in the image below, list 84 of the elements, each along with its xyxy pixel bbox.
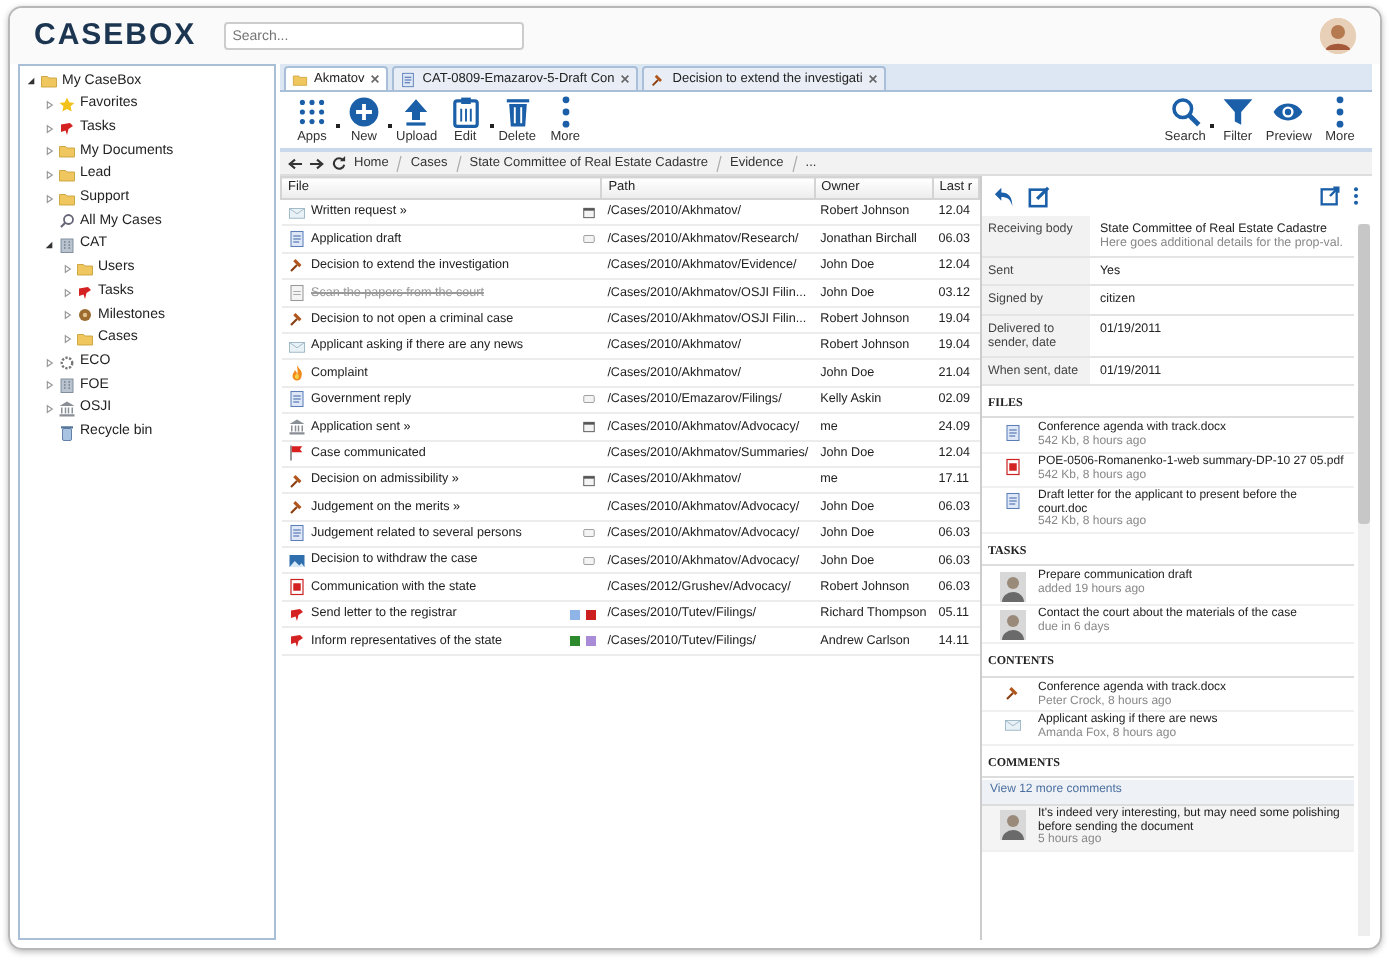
document-icon bbox=[1003, 424, 1021, 443]
clipboard-icon bbox=[449, 95, 482, 128]
pdf-file-icon bbox=[287, 578, 305, 597]
expand-arrow-icon[interactable] bbox=[62, 333, 72, 344]
comment-icon bbox=[581, 232, 596, 247]
gavel-icon bbox=[287, 471, 305, 490]
envelope-icon bbox=[287, 203, 305, 222]
calendar-icon bbox=[581, 473, 596, 488]
expand-arrow-icon[interactable] bbox=[62, 263, 72, 274]
close-icon[interactable] bbox=[370, 74, 381, 84]
calendar-icon bbox=[581, 419, 596, 434]
folder-icon bbox=[76, 259, 94, 278]
page-icon bbox=[287, 283, 305, 302]
filter-icon bbox=[1221, 95, 1254, 128]
person-avatar-icon bbox=[999, 572, 1025, 603]
avatar-icon[interactable] bbox=[1320, 18, 1356, 54]
reply-arrow-icon[interactable] bbox=[994, 185, 1016, 207]
trash-icon bbox=[501, 95, 534, 128]
collapse-arrow-icon[interactable] bbox=[44, 240, 54, 251]
folder-icon bbox=[76, 329, 94, 348]
more-icon bbox=[1336, 95, 1344, 128]
gavel-icon bbox=[287, 497, 305, 516]
forward-arrow-icon[interactable] bbox=[310, 157, 324, 169]
gavel-icon bbox=[287, 256, 305, 275]
image-icon bbox=[287, 551, 305, 570]
flag-icon bbox=[287, 444, 305, 463]
plus-circle-icon bbox=[348, 95, 380, 128]
gavel-icon bbox=[287, 310, 305, 329]
building-icon bbox=[58, 236, 76, 255]
breadcrumb-separator-icon bbox=[396, 155, 403, 171]
bank-icon bbox=[287, 417, 305, 436]
edit-icon[interactable] bbox=[1028, 185, 1050, 207]
expand-arrow-icon[interactable] bbox=[44, 357, 54, 368]
milestone-icon bbox=[76, 306, 94, 325]
search-icon bbox=[58, 212, 76, 231]
expand-arrow-icon[interactable] bbox=[44, 146, 54, 157]
gavel-icon bbox=[1003, 683, 1021, 702]
search-icon bbox=[1169, 95, 1202, 128]
trash-icon bbox=[58, 423, 76, 442]
expand-arrow-icon[interactable] bbox=[44, 123, 54, 134]
calendar-icon bbox=[581, 205, 596, 220]
collapse-arrow-icon[interactable] bbox=[26, 76, 36, 87]
bank-icon bbox=[58, 399, 76, 418]
document-icon bbox=[1003, 491, 1021, 510]
expand-arrow-icon[interactable] bbox=[62, 287, 72, 298]
upload-icon bbox=[400, 95, 433, 128]
comment-icon bbox=[581, 392, 596, 407]
breadcrumb-separator-icon bbox=[791, 155, 798, 171]
close-icon[interactable] bbox=[620, 74, 631, 84]
pushpin-icon bbox=[76, 283, 94, 302]
expand-arrow-icon[interactable] bbox=[62, 310, 72, 321]
envelope-icon bbox=[287, 337, 305, 356]
pdf-file-icon bbox=[1003, 457, 1021, 476]
star-icon bbox=[58, 96, 76, 115]
pushpin-icon bbox=[58, 119, 76, 138]
apps-icon bbox=[296, 95, 328, 128]
person-avatar-icon bbox=[999, 610, 1025, 641]
open-external-icon[interactable] bbox=[1320, 186, 1340, 206]
more-icon[interactable] bbox=[1352, 186, 1360, 206]
expand-arrow-icon[interactable] bbox=[44, 193, 54, 204]
gear-icon bbox=[58, 353, 76, 372]
person-avatar-icon bbox=[999, 809, 1025, 840]
scrollbar-thumb[interactable] bbox=[1358, 224, 1370, 524]
more-icon bbox=[561, 95, 570, 128]
expand-arrow-icon[interactable] bbox=[44, 100, 54, 111]
expand-arrow-icon[interactable] bbox=[44, 170, 54, 181]
document-icon bbox=[400, 71, 417, 87]
breadcrumb-separator-icon bbox=[455, 155, 462, 171]
document-icon bbox=[287, 230, 305, 249]
logo: CASEBOX bbox=[34, 18, 197, 54]
back-arrow-icon[interactable] bbox=[288, 157, 302, 169]
document-icon bbox=[287, 524, 305, 543]
gavel-icon bbox=[650, 71, 667, 87]
breadcrumb-separator-icon bbox=[716, 155, 723, 171]
document-icon bbox=[287, 390, 305, 409]
expand-arrow-icon[interactable] bbox=[44, 380, 54, 391]
flame-icon bbox=[287, 364, 305, 383]
building-icon bbox=[58, 376, 76, 395]
envelope-icon bbox=[1003, 716, 1021, 735]
folder-icon bbox=[40, 72, 58, 91]
refresh-icon[interactable] bbox=[332, 156, 346, 170]
close-icon[interactable] bbox=[868, 74, 879, 84]
expand-arrow-icon[interactable] bbox=[44, 403, 54, 414]
folder-icon bbox=[292, 71, 308, 87]
